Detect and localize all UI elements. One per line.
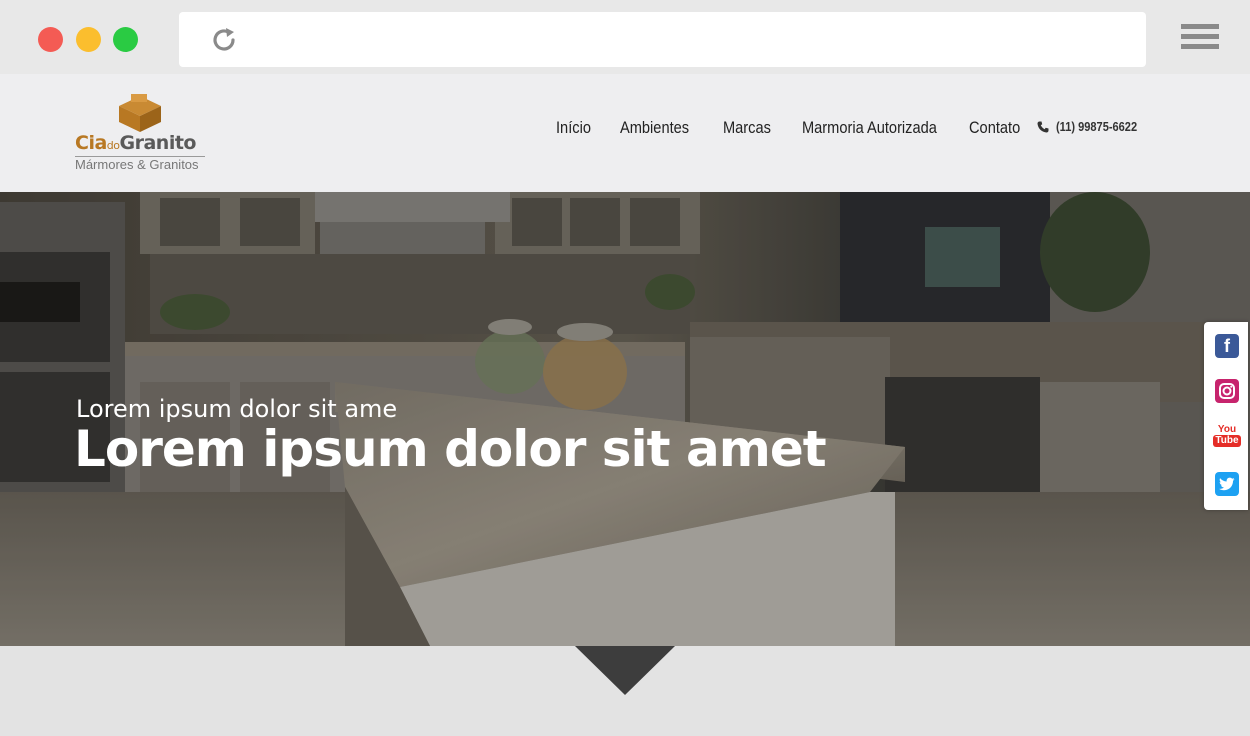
cube-logo-icon (119, 94, 161, 132)
twitter-icon[interactable] (1215, 472, 1239, 496)
content-section (0, 646, 1250, 736)
address-bar[interactable] (179, 12, 1146, 67)
hero-banner: Lorem ipsum dolor sit ame Lorem ipsum do… (0, 192, 1250, 646)
logo-tagline: Mármores & Granitos (75, 157, 199, 172)
logo-text-cia: Cia (75, 132, 107, 154)
minimize-window-button[interactable] (76, 27, 101, 52)
logo-text-granito: Granito (119, 132, 197, 154)
facebook-icon[interactable]: f (1215, 334, 1239, 358)
reload-icon[interactable] (209, 25, 239, 55)
social-sidebar: f You Tube (1204, 322, 1248, 510)
nav-item-inicio[interactable]: Início (556, 118, 591, 138)
site-header: CiadoGranito Mármores & Granitos Início … (0, 74, 1250, 192)
site-logo[interactable]: CiadoGranito Mármores & Granitos (75, 92, 215, 176)
hamburger-menu-icon[interactable] (1181, 24, 1219, 56)
main-nav: Início Ambientes Marcas Marmoria Autoriz… (556, 118, 1051, 138)
hero-title: Lorem ipsum dolor sit amet (74, 420, 827, 478)
phone-contact[interactable]: (11) 99875-6622 (1037, 119, 1151, 134)
instagram-icon[interactable] (1215, 379, 1239, 403)
scroll-down-arrow-icon[interactable] (575, 646, 675, 695)
phone-icon (1037, 121, 1049, 132)
youtube-text-tube: Tube (1213, 435, 1241, 447)
nav-item-marmoria-autorizada[interactable]: Marmoria Autorizada (802, 118, 937, 138)
nav-item-marcas[interactable]: Marcas (723, 118, 771, 138)
phone-number: (11) 99875-6622 (1056, 119, 1138, 134)
facebook-glyph: f (1224, 335, 1230, 356)
nav-item-contato[interactable]: Contato (969, 118, 1020, 138)
maximize-window-button[interactable] (113, 27, 138, 52)
youtube-text-you: You (1217, 424, 1237, 435)
twitter-glyph (1219, 477, 1235, 491)
close-window-button[interactable] (38, 27, 63, 52)
nav-item-ambientes[interactable]: Ambientes (620, 118, 689, 138)
browser-chrome (0, 0, 1250, 74)
hero-subtitle: Lorem ipsum dolor sit ame (76, 395, 398, 423)
instagram-glyph (1219, 383, 1235, 399)
logo-text-do: do (106, 139, 120, 152)
youtube-icon[interactable]: You Tube (1213, 424, 1241, 448)
logo-wordmark: CiadoGranito (75, 132, 196, 154)
